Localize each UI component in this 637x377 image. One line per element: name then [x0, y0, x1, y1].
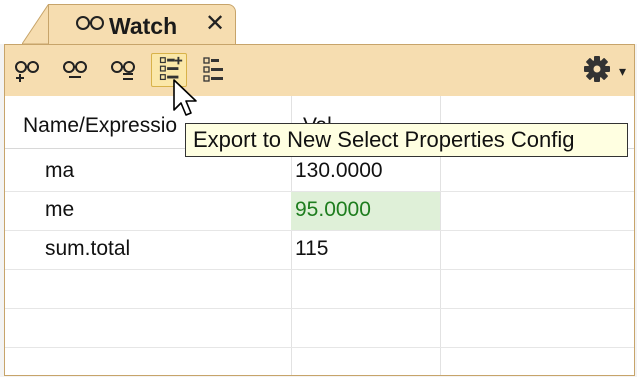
table-row[interactable]: sum.total 115 [5, 231, 634, 270]
row-value: 95.0000 [295, 198, 371, 221]
tooltip: Export to New Select Properties Config [185, 123, 628, 157]
row-name: me [45, 198, 75, 221]
close-icon[interactable]: ✕ [205, 10, 225, 38]
table-row[interactable]: ma 130.0000 [5, 153, 634, 192]
watch-panel: Watch ✕ ▾ Name/Expressio ma 130.0000 me … [0, 0, 637, 377]
tab-title: Watch [109, 13, 178, 39]
row-name: ma [45, 159, 75, 182]
table-row[interactable] [5, 340, 634, 375]
remove-all-watch-icon[interactable] [109, 55, 139, 85]
chevron-down-icon[interactable]: ▾ [619, 63, 626, 80]
toolbar: ▾ [4, 44, 635, 96]
mouse-cursor-icon [173, 79, 197, 116]
row-name: sum.total [45, 237, 131, 260]
add-watch-icon[interactable] [13, 55, 41, 85]
properties-config-icon[interactable] [199, 55, 231, 85]
row-value: 115 [295, 237, 329, 260]
gear-icon[interactable] [583, 55, 611, 83]
column-header-name[interactable]: Name/Expressio [23, 114, 177, 138]
tab-strip: Watch ✕ [0, 0, 637, 44]
table-row[interactable] [5, 270, 634, 309]
glasses-icon [76, 16, 104, 30]
row-value: 130.0000 [295, 159, 383, 182]
remove-watch-icon[interactable] [61, 55, 91, 85]
tab-watch[interactable]: Watch ✕ [48, 4, 236, 44]
table-row[interactable]: me 95.0000 [5, 192, 634, 231]
